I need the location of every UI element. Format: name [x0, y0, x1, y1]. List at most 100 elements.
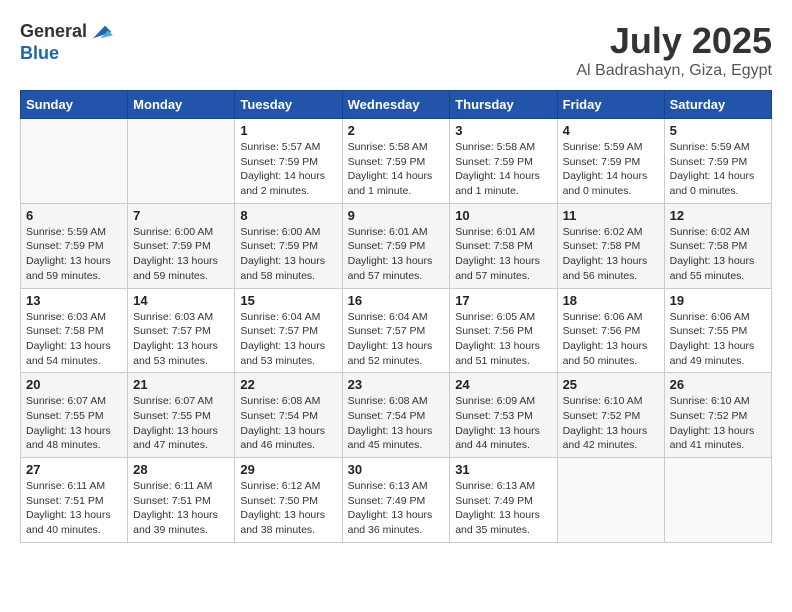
calendar-cell: 25 Sunrise: 6:10 AMSunset: 7:52 PMDayligh…	[557, 373, 664, 458]
day-info: Sunrise: 6:03 AMSunset: 7:57 PMDaylight:…	[133, 310, 229, 369]
day-number: 18	[563, 293, 659, 308]
day-info: Sunrise: 5:59 AMSunset: 7:59 PMDaylight:…	[26, 225, 122, 284]
day-info: Sunrise: 6:00 AMSunset: 7:59 PMDaylight:…	[133, 225, 229, 284]
day-info: Sunrise: 6:06 AMSunset: 7:55 PMDaylight:…	[670, 310, 766, 369]
calendar-cell	[128, 119, 235, 204]
day-number: 15	[240, 293, 336, 308]
calendar-cell: 31 Sunrise: 6:13 AMSunset: 7:49 PMDayligh…	[450, 458, 557, 543]
calendar-cell	[557, 458, 664, 543]
calendar-cell: 27 Sunrise: 6:11 AMSunset: 7:51 PMDayligh…	[21, 458, 128, 543]
logo-icon	[89, 20, 113, 44]
day-header-saturday: Saturday	[664, 91, 771, 119]
day-info: Sunrise: 5:57 AMSunset: 7:59 PMDaylight:…	[240, 140, 336, 199]
calendar-cell: 3 Sunrise: 5:58 AMSunset: 7:59 PMDaylight…	[450, 119, 557, 204]
day-info: Sunrise: 5:59 AMSunset: 7:59 PMDaylight:…	[563, 140, 659, 199]
calendar-cell: 29 Sunrise: 6:12 AMSunset: 7:50 PMDayligh…	[235, 458, 342, 543]
day-info: Sunrise: 6:13 AMSunset: 7:49 PMDaylight:…	[455, 479, 551, 538]
calendar-cell: 14Sunrise: 6:03 AMSunset: 7:57 PMDayligh…	[128, 288, 235, 373]
calendar-cell: 21 Sunrise: 6:07 AMSunset: 7:55 PMDayligh…	[128, 373, 235, 458]
day-number: 3	[455, 123, 551, 138]
calendar-cell: 10 Sunrise: 6:01 AMSunset: 7:58 PMDayligh…	[450, 203, 557, 288]
calendar-week-row: 6 Sunrise: 5:59 AMSunset: 7:59 PMDaylight…	[21, 203, 772, 288]
day-number: 5	[670, 123, 766, 138]
day-number: 4	[563, 123, 659, 138]
calendar-cell: 18 Sunrise: 6:06 AMSunset: 7:56 PMDayligh…	[557, 288, 664, 373]
calendar-cell: 5 Sunrise: 5:59 AMSunset: 7:59 PMDaylight…	[664, 119, 771, 204]
calendar-cell	[664, 458, 771, 543]
page-header: General Blue July 2025 Al Badrashayn, Gi…	[20, 20, 772, 80]
calendar-cell: 6 Sunrise: 5:59 AMSunset: 7:59 PMDaylight…	[21, 203, 128, 288]
day-header-tuesday: Tuesday	[235, 91, 342, 119]
calendar-cell: 4 Sunrise: 5:59 AMSunset: 7:59 PMDaylight…	[557, 119, 664, 204]
calendar-cell: 12Sunrise: 6:02 AMSunset: 7:58 PMDayligh…	[664, 203, 771, 288]
day-info: Sunrise: 6:02 AMSunset: 7:58 PMDaylight:…	[670, 225, 766, 284]
day-number: 8	[240, 208, 336, 223]
day-info: Sunrise: 6:06 AMSunset: 7:56 PMDaylight:…	[563, 310, 659, 369]
day-info: Sunrise: 6:03 AMSunset: 7:58 PMDaylight:…	[26, 310, 122, 369]
day-info: Sunrise: 6:01 AMSunset: 7:59 PMDaylight:…	[348, 225, 445, 284]
day-number: 27	[26, 462, 122, 477]
calendar-cell: 30 Sunrise: 6:13 AMSunset: 7:49 PMDayligh…	[342, 458, 450, 543]
day-info: Sunrise: 6:04 AMSunset: 7:57 PMDaylight:…	[240, 310, 336, 369]
day-number: 28	[133, 462, 229, 477]
day-info: Sunrise: 6:07 AMSunset: 7:55 PMDaylight:…	[133, 394, 229, 453]
day-info: Sunrise: 6:11 AMSunset: 7:51 PMDaylight:…	[26, 479, 122, 538]
day-number: 16	[348, 293, 445, 308]
calendar-week-row: 20 Sunrise: 6:07 AMSunset: 7:55 PMDayligh…	[21, 373, 772, 458]
day-number: 2	[348, 123, 445, 138]
day-number: 11	[563, 208, 659, 223]
day-number: 22	[240, 377, 336, 392]
day-number: 29	[240, 462, 336, 477]
calendar-cell: 9 Sunrise: 6:01 AMSunset: 7:59 PMDaylight…	[342, 203, 450, 288]
calendar-cell: 2 Sunrise: 5:58 AMSunset: 7:59 PMDaylight…	[342, 119, 450, 204]
day-info: Sunrise: 6:10 AMSunset: 7:52 PMDaylight:…	[670, 394, 766, 453]
day-info: Sunrise: 6:11 AMSunset: 7:51 PMDaylight:…	[133, 479, 229, 538]
calendar-cell: 20 Sunrise: 6:07 AMSunset: 7:55 PMDayligh…	[21, 373, 128, 458]
day-number: 10	[455, 208, 551, 223]
calendar-cell: 19 Sunrise: 6:06 AMSunset: 7:55 PMDayligh…	[664, 288, 771, 373]
logo: General Blue	[20, 20, 113, 64]
day-info: Sunrise: 5:59 AMSunset: 7:59 PMDaylight:…	[670, 140, 766, 199]
day-info: Sunrise: 6:00 AMSunset: 7:59 PMDaylight:…	[240, 225, 336, 284]
calendar-cell: 22 Sunrise: 6:08 AMSunset: 7:54 PMDayligh…	[235, 373, 342, 458]
day-info: Sunrise: 6:07 AMSunset: 7:55 PMDaylight:…	[26, 394, 122, 453]
day-info: Sunrise: 6:08 AMSunset: 7:54 PMDaylight:…	[240, 394, 336, 453]
day-number: 19	[670, 293, 766, 308]
day-number: 21	[133, 377, 229, 392]
logo-blue-text: Blue	[20, 44, 113, 64]
day-info: Sunrise: 5:58 AMSunset: 7:59 PMDaylight:…	[348, 140, 445, 199]
day-header-thursday: Thursday	[450, 91, 557, 119]
logo-general-text: General	[20, 22, 87, 42]
calendar-cell: 17Sunrise: 6:05 AMSunset: 7:56 PMDayligh…	[450, 288, 557, 373]
calendar-week-row: 1Sunrise: 5:57 AMSunset: 7:59 PMDaylight…	[21, 119, 772, 204]
day-info: Sunrise: 5:58 AMSunset: 7:59 PMDaylight:…	[455, 140, 551, 199]
calendar-cell: 28 Sunrise: 6:11 AMSunset: 7:51 PMDayligh…	[128, 458, 235, 543]
calendar-cell: 23 Sunrise: 6:08 AMSunset: 7:54 PMDayligh…	[342, 373, 450, 458]
calendar-cell: 16 Sunrise: 6:04 AMSunset: 7:57 PMDayligh…	[342, 288, 450, 373]
day-info: Sunrise: 6:10 AMSunset: 7:52 PMDaylight:…	[563, 394, 659, 453]
day-info: Sunrise: 6:01 AMSunset: 7:58 PMDaylight:…	[455, 225, 551, 284]
day-number: 17	[455, 293, 551, 308]
day-number: 23	[348, 377, 445, 392]
day-header-sunday: Sunday	[21, 91, 128, 119]
day-number: 25	[563, 377, 659, 392]
day-number: 20	[26, 377, 122, 392]
day-info: Sunrise: 6:09 AMSunset: 7:53 PMDaylight:…	[455, 394, 551, 453]
day-info: Sunrise: 6:04 AMSunset: 7:57 PMDaylight:…	[348, 310, 445, 369]
calendar-week-row: 27 Sunrise: 6:11 AMSunset: 7:51 PMDayligh…	[21, 458, 772, 543]
day-info: Sunrise: 6:08 AMSunset: 7:54 PMDaylight:…	[348, 394, 445, 453]
day-number: 30	[348, 462, 445, 477]
day-header-friday: Friday	[557, 91, 664, 119]
day-number: 31	[455, 462, 551, 477]
calendar-cell: 1Sunrise: 5:57 AMSunset: 7:59 PMDaylight…	[235, 119, 342, 204]
day-info: Sunrise: 6:02 AMSunset: 7:58 PMDaylight:…	[563, 225, 659, 284]
day-number: 6	[26, 208, 122, 223]
day-header-monday: Monday	[128, 91, 235, 119]
calendar-table: SundayMondayTuesdayWednesdayThursdayFrid…	[20, 90, 772, 543]
calendar-cell: 7Sunrise: 6:00 AMSunset: 7:59 PMDaylight…	[128, 203, 235, 288]
day-number: 9	[348, 208, 445, 223]
day-header-wednesday: Wednesday	[342, 91, 450, 119]
day-info: Sunrise: 6:12 AMSunset: 7:50 PMDaylight:…	[240, 479, 336, 538]
location-title: Al Badrashayn, Giza, Egypt	[576, 62, 772, 80]
day-info: Sunrise: 6:13 AMSunset: 7:49 PMDaylight:…	[348, 479, 445, 538]
